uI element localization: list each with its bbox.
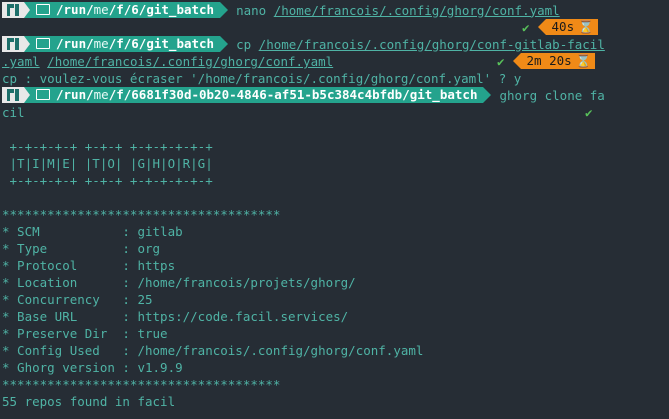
- folder-icon: [36, 38, 50, 49]
- manjaro-logo-icon: [2, 2, 24, 18]
- manjaro-logo-icon: [2, 36, 24, 52]
- success-check-icon: ✔: [585, 104, 593, 120]
- hourglass-icon: ⌛: [575, 53, 592, 68]
- prompt-path: /run/me/f/6/git_batch: [30, 36, 221, 52]
- overwrite-prompt: cp : voulez-vous écraser '/home/francois…: [2, 71, 522, 86]
- banner-line: |T|I|M|E| |T|O| |G|H|O|R|G|: [2, 156, 213, 171]
- config-line: * Protocol : https: [2, 258, 176, 273]
- banner-line: +-+-+-+-+ +-+-+ +-+-+-+-+-+: [2, 173, 213, 188]
- duration-badge: 2m 20s ⌛: [520, 53, 596, 69]
- prompt-line-1: /run/me/f/6/git_batch nano /home/francoi…: [2, 2, 560, 18]
- command-text: nano /home/francois/.config/ghorg/conf.y…: [236, 2, 560, 18]
- status-segment-1: ✔ 40s ⌛: [522, 19, 598, 35]
- hourglass-icon: ⌛: [578, 19, 594, 34]
- config-line: * Base URL : https://code.facil.services…: [2, 309, 349, 324]
- command-wrap-line: .yaml /home/francois/.config/ghorg/conf.…: [2, 54, 334, 69]
- manjaro-logo-icon: [2, 87, 24, 103]
- success-check-icon: ✔: [522, 19, 530, 35]
- config-line: * Concurrency : 25: [2, 292, 153, 307]
- config-line: * Ghorg version : v1.9.9: [2, 360, 183, 375]
- config-line: * SCM : gitlab: [2, 224, 183, 239]
- result-line: 55 repos found in facil: [2, 394, 176, 409]
- config-line: * Config Used : /home/francois/.config/g…: [2, 343, 424, 358]
- duration-badge: 40s ⌛: [545, 19, 598, 35]
- banner-line: +-+-+-+-+ +-+-+ +-+-+-+-+-+: [2, 139, 213, 154]
- stars-divider: *************************************: [2, 207, 281, 222]
- command-text: cp /home/francois/.config/ghorg/conf-git…: [236, 36, 605, 52]
- prompt-line-2: /run/me/f/6/git_batch cp /home/francois/…: [2, 36, 605, 52]
- terminal-window[interactable]: /run/me/f/6/git_batch nano /home/francoi…: [0, 0, 669, 419]
- prompt-path: /run/me/f/6/git_batch: [30, 2, 221, 18]
- command-text: ghorg clone fa: [499, 87, 605, 103]
- config-line: * Preserve Dir : true: [2, 326, 168, 341]
- config-line: * Location : /home/francois/projets/ghor…: [2, 275, 356, 290]
- status-segment-2: ✔ 2m 20s ⌛: [497, 53, 596, 69]
- stars-divider: *************************************: [2, 377, 281, 392]
- command-wrap-line: cil: [2, 105, 25, 120]
- folder-icon: [36, 4, 50, 15]
- config-line: * Type : org: [2, 241, 161, 256]
- prompt-line-3: /run/me/f/6681f30d-0b20-4846-af51-b5c384…: [2, 87, 605, 103]
- success-check-icon: ✔: [497, 53, 505, 69]
- status-segment-3: ✔: [585, 104, 601, 120]
- folder-icon: [36, 89, 50, 100]
- prompt-path: /run/me/f/6681f30d-0b20-4846-af51-b5c384…: [30, 87, 484, 103]
